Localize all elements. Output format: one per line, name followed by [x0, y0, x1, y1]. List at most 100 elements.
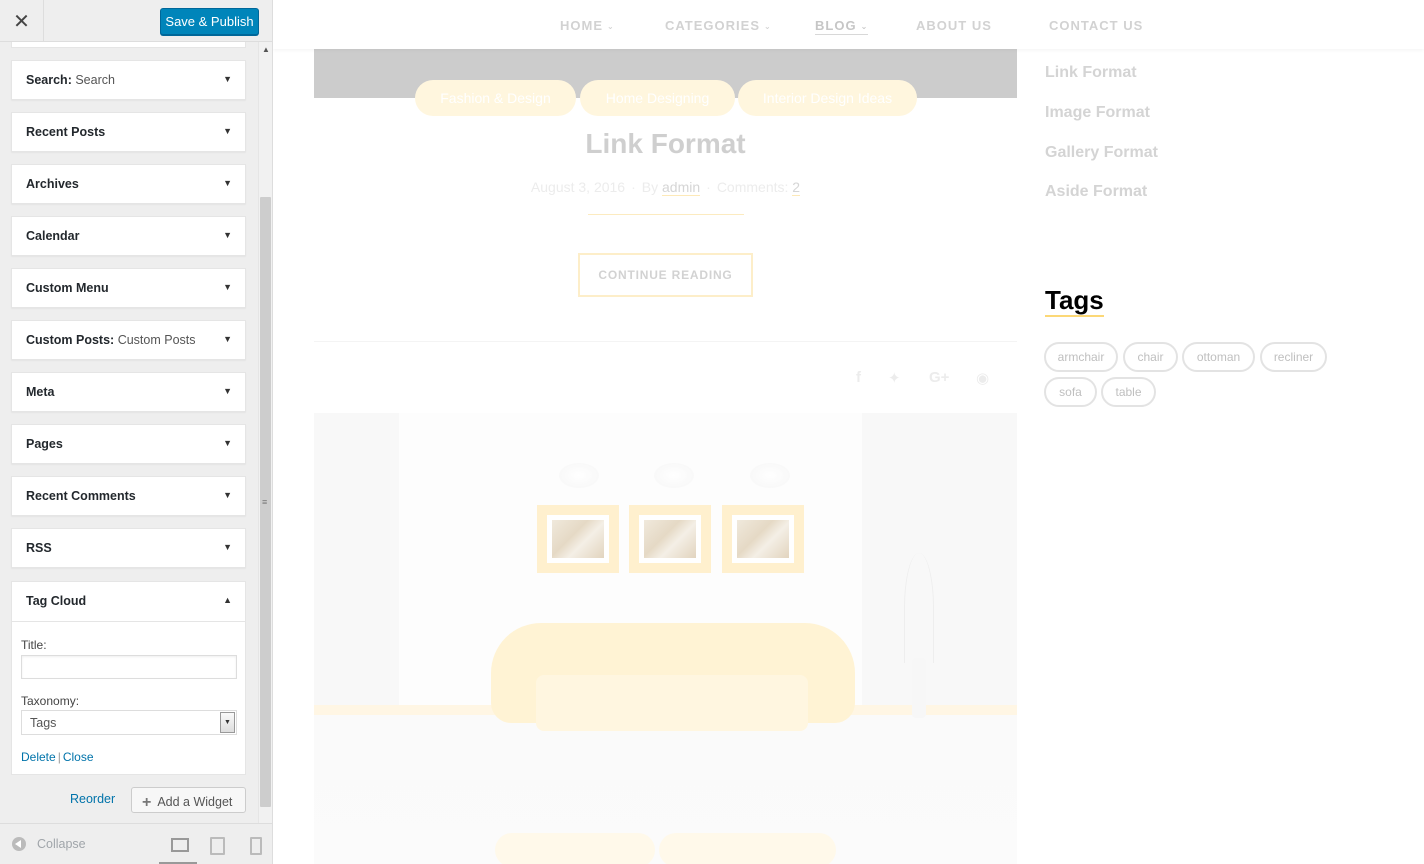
- triangle-down-icon[interactable]: ▼: [223, 334, 232, 344]
- vase-branches: [904, 553, 934, 663]
- tag-pill[interactable]: recliner: [1260, 342, 1327, 372]
- twitter-icon[interactable]: ✦: [888, 369, 901, 387]
- scroll-up-arrow-icon[interactable]: ▲: [262, 45, 270, 54]
- vase: [912, 658, 926, 718]
- triangle-down-icon[interactable]: ▼: [223, 230, 232, 240]
- widget-partial: [11, 42, 246, 48]
- category-pill[interactable]: [495, 833, 655, 864]
- category-pill[interactable]: Fashion & Design: [415, 80, 576, 116]
- triangle-up-icon[interactable]: ▲: [223, 595, 232, 605]
- comments-count-link[interactable]: 2: [792, 179, 801, 196]
- desktop-icon[interactable]: [170, 836, 189, 854]
- continue-reading-button[interactable]: CONTINUE READING: [578, 253, 753, 297]
- chevron-down-icon: ⌄: [860, 22, 869, 31]
- category-pill[interactable]: [659, 833, 836, 864]
- site-navigation: HOME ⌄ CATEGORIES ⌄ BLOG ⌄ ABOUT US CONTACT…: [273, 0, 1424, 49]
- pinterest-icon[interactable]: ◉: [976, 369, 989, 387]
- chevron-down-icon: ⌄: [764, 22, 772, 31]
- taxonomy-select[interactable]: Tags ▼: [21, 710, 237, 735]
- widget-title: Tag Cloud: [26, 594, 87, 608]
- title-input[interactable]: [21, 655, 237, 679]
- author-link[interactable]: admin: [662, 179, 701, 196]
- post-title[interactable]: Link Format: [314, 128, 1017, 160]
- recent-post-link[interactable]: Link Format: [1045, 64, 1137, 82]
- close-icon[interactable]: ✕: [0, 0, 44, 42]
- widget-archives[interactable]: Archives ▼: [11, 164, 246, 204]
- recent-post-link[interactable]: Aside Format: [1045, 183, 1147, 201]
- widget-calendar[interactable]: Calendar ▼: [11, 216, 246, 256]
- widget-custom-posts[interactable]: Custom Posts: Custom Posts ▼: [11, 320, 246, 360]
- title-label: Title:: [21, 638, 47, 652]
- tag-pill[interactable]: table: [1101, 377, 1156, 407]
- nav-home[interactable]: HOME ⌄: [560, 18, 615, 33]
- widget-actions: Delete | Close: [21, 750, 94, 764]
- tags-heading: Tags: [1045, 285, 1104, 317]
- reorder-link[interactable]: Reorder: [70, 792, 115, 806]
- nav-blog[interactable]: BLOG ⌄: [815, 18, 869, 35]
- nav-about-us[interactable]: ABOUT US: [916, 18, 992, 33]
- widget-pages[interactable]: Pages ▼: [11, 424, 246, 464]
- scroll-thumb[interactable]: ≡: [260, 197, 271, 807]
- scrollbar[interactable]: ▲ ≡: [258, 42, 272, 823]
- tag-pill[interactable]: armchair: [1044, 342, 1118, 372]
- delete-link[interactable]: Delete: [21, 750, 56, 764]
- recent-post-link[interactable]: Image Format: [1045, 104, 1150, 122]
- post-date: August 3, 2016: [530, 179, 626, 195]
- triangle-down-icon[interactable]: ▼: [223, 490, 232, 500]
- widget-meta[interactable]: Meta ▼: [11, 372, 246, 412]
- widget-rss[interactable]: RSS ▼: [11, 528, 246, 568]
- category-pill[interactable]: Home Designing: [580, 80, 735, 116]
- widget-title: Recent Comments: [26, 489, 136, 503]
- tag-pill[interactable]: chair: [1123, 342, 1178, 372]
- widget-title: RSS: [26, 541, 52, 555]
- collapse-button[interactable]: Collapse: [12, 837, 86, 851]
- separator: |: [57, 750, 61, 764]
- triangle-down-icon[interactable]: ▼: [223, 386, 232, 396]
- triangle-down-icon[interactable]: ▼: [223, 178, 232, 188]
- picture-frame: [629, 505, 711, 573]
- widget-custom-menu[interactable]: Custom Menu ▼: [11, 268, 246, 308]
- save-publish-button[interactable]: Save & Publish: [160, 8, 259, 35]
- tablet-icon[interactable]: [208, 836, 226, 855]
- customizer-footer: Collapse: [0, 823, 272, 864]
- add-widget-label: Add a Widget: [157, 795, 233, 809]
- tag-pill[interactable]: ottoman: [1182, 342, 1255, 372]
- post-featured-image[interactable]: [314, 413, 1017, 864]
- triangle-down-icon[interactable]: ▼: [223, 74, 232, 84]
- add-widget-button[interactable]: + Add a Widget: [131, 787, 246, 813]
- widget-title: Archives: [26, 177, 79, 191]
- triangle-down-icon[interactable]: ▼: [223, 126, 232, 136]
- mobile-icon[interactable]: [248, 836, 266, 855]
- lamp: [750, 463, 790, 488]
- triangle-down-icon[interactable]: ▼: [223, 438, 232, 448]
- nav-categories[interactable]: CATEGORIES ⌄: [665, 18, 772, 33]
- lamp: [654, 463, 694, 488]
- collapse-label: Collapse: [37, 837, 86, 851]
- picture-frame: [722, 505, 804, 573]
- nav-label: CATEGORIES: [665, 18, 760, 33]
- widget-tag-cloud-header[interactable]: Tag Cloud ▲: [12, 582, 245, 622]
- site-preview: HOME ⌄ CATEGORIES ⌄ BLOG ⌄ ABOUT US CONTACT…: [273, 0, 1424, 864]
- widget-search[interactable]: Search: Search ▼: [11, 60, 246, 100]
- nav-contact-us[interactable]: CONTACT US: [1049, 18, 1143, 33]
- divider: [314, 341, 1017, 342]
- post-meta: August 3, 2016 · By admin · Comments: 2: [530, 179, 801, 196]
- google-plus-icon[interactable]: G+: [929, 369, 949, 386]
- chevron-down-icon[interactable]: ▼: [220, 712, 235, 733]
- close-link[interactable]: Close: [63, 750, 94, 764]
- plus-icon: +: [142, 794, 152, 811]
- widget-title: Search:: [26, 73, 72, 87]
- widget-title: Pages: [26, 437, 63, 451]
- widget-recent-comments[interactable]: Recent Comments ▼: [11, 476, 246, 516]
- facebook-icon[interactable]: f: [856, 369, 861, 386]
- triangle-down-icon[interactable]: ▼: [223, 542, 232, 552]
- widget-title: Custom Menu: [26, 281, 109, 295]
- triangle-down-icon[interactable]: ▼: [223, 282, 232, 292]
- taxonomy-select-value: Tags: [30, 716, 57, 730]
- widget-title: Custom Posts:: [26, 333, 115, 347]
- recent-post-link[interactable]: Gallery Format: [1045, 144, 1158, 162]
- category-pill[interactable]: Interior Design Ideas: [738, 80, 917, 116]
- widget-recent-posts[interactable]: Recent Posts ▼: [11, 112, 246, 152]
- collapse-circle-icon: [12, 837, 26, 851]
- tag-pill[interactable]: sofa: [1044, 377, 1097, 407]
